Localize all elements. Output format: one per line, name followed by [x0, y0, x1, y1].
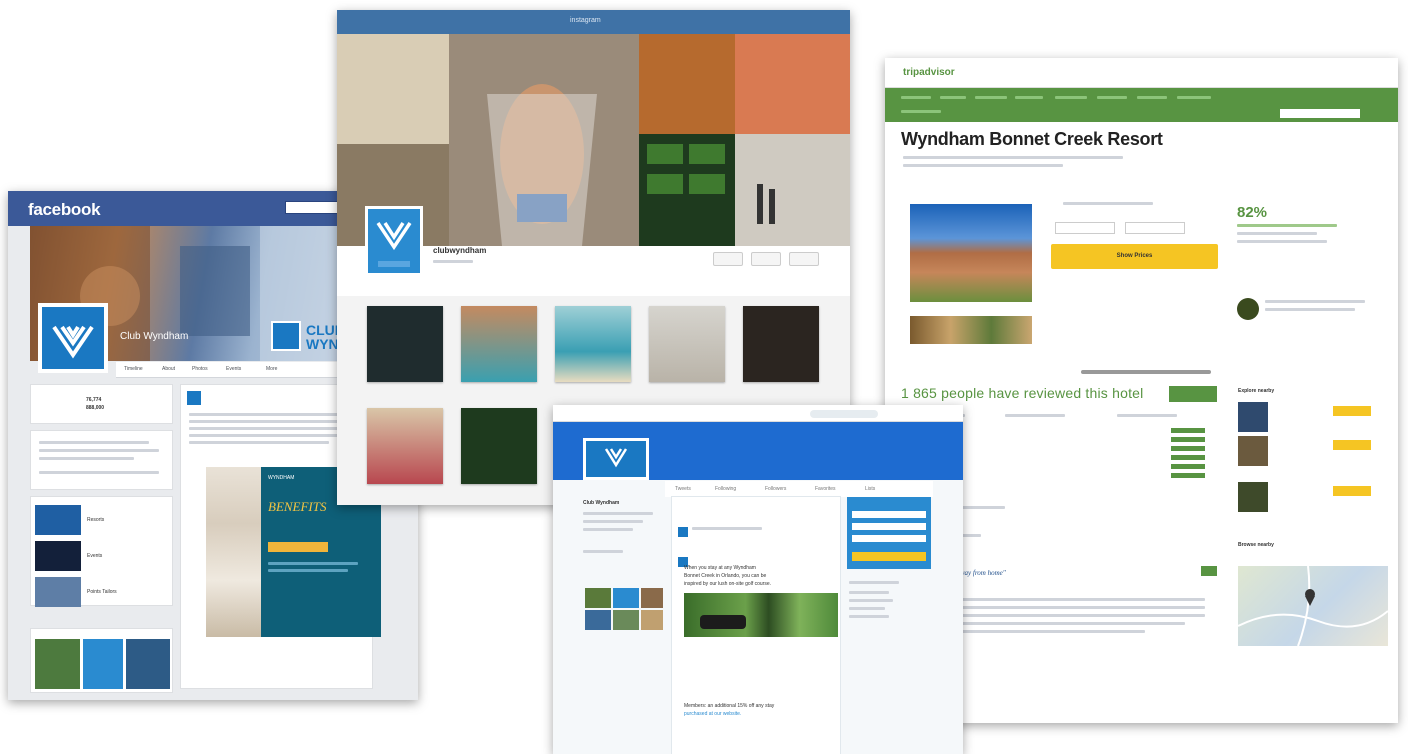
tweet-stream: When you stay at any Wyndham Bonnet Cree…: [671, 496, 841, 754]
facebook-logo: facebook: [28, 200, 101, 219]
widget-signup-button[interactable]: [852, 552, 926, 561]
album-label[interactable]: Points Tailors: [87, 589, 117, 596]
widget-email-field[interactable]: [852, 523, 926, 530]
tab-photos[interactable]: Photos: [192, 366, 208, 372]
go-button[interactable]: [1201, 566, 1217, 576]
album-thumb[interactable]: [35, 505, 81, 535]
wyndham-logo-icon: [52, 325, 94, 359]
divider: [1081, 370, 1211, 374]
tab-events[interactable]: Events: [226, 366, 241, 372]
twitter-page-screenshot: Tweets Following Followers Favorites Lis…: [553, 405, 963, 754]
nearby-hotel-thumb[interactable]: [1238, 482, 1268, 512]
area-map[interactable]: [1237, 565, 1389, 647]
hotel-photo[interactable]: [910, 204, 1032, 302]
album-label[interactable]: Events: [87, 553, 102, 560]
album-label[interactable]: Resorts: [87, 517, 104, 524]
nav-favorites[interactable]: Favorites: [815, 486, 836, 493]
wyndham-logo-icon: [376, 222, 412, 251]
signup-widget: [847, 497, 931, 569]
view-deal-button[interactable]: [1333, 406, 1371, 416]
facebook-page-name: Club Wyndham: [120, 331, 189, 342]
tweet-photo[interactable]: [684, 593, 838, 637]
twitter-profile-nav: Tweets Following Followers Favorites Lis…: [665, 481, 933, 497]
instagram-avatar[interactable]: [365, 206, 423, 276]
map-pin-icon: [1237, 565, 1389, 647]
tweet-text: inspired by our lush on-site golf course…: [684, 581, 771, 587]
nav-following[interactable]: Following: [715, 486, 736, 493]
photo-thumbnail[interactable]: [649, 306, 725, 382]
photo-thumbnail[interactable]: [367, 306, 443, 382]
tripadvisor-search-input[interactable]: [1280, 109, 1360, 118]
photo-thumbnail[interactable]: [743, 306, 819, 382]
facebook-profile-picture[interactable]: [38, 303, 108, 373]
about-box: [30, 430, 173, 490]
write-review-button[interactable]: [1169, 386, 1217, 402]
wyndham-logo-icon: [604, 448, 628, 468]
ad-headline: BENEFITS: [268, 499, 327, 514]
tweet-text: When you stay at any Wyndham: [684, 565, 756, 571]
collage-stage: facebook Club Wyndham CLUB WYN Timeline …: [0, 0, 1408, 754]
twitter-top-bar: [553, 405, 963, 422]
cover-brand-logo-icon: [271, 321, 301, 351]
reviewer-avatar: [1237, 298, 1259, 320]
apps-box: Resorts Events Points Tailors: [30, 496, 173, 607]
tripadvisor-nav: [885, 88, 1398, 122]
tweet-avatar: [678, 527, 688, 537]
checkin-input[interactable]: [1055, 222, 1115, 234]
facebook-search-input[interactable]: [285, 201, 343, 214]
tweet-link[interactable]: purchased at our website.: [684, 711, 741, 718]
twitter-avatar[interactable]: [583, 438, 649, 480]
twitter-account-name: Club Wyndham: [583, 500, 620, 506]
instagram-top-bar: instagram: [337, 10, 850, 34]
tweet-text: Members: an additional 15% off any stay: [684, 703, 775, 709]
photo-thumbnail[interactable]: [555, 306, 631, 382]
photo-thumbnail[interactable]: [367, 408, 443, 484]
follow-button[interactable]: [713, 252, 743, 266]
nav-lists[interactable]: Lists: [865, 486, 875, 493]
photos-box: [30, 628, 173, 693]
tweet-text: Bonnet Creek in Orlando, you can be: [684, 573, 767, 579]
likes-box: 76,774 888,000: [30, 384, 173, 424]
tripadvisor-header: tripadvisor: [885, 58, 1398, 88]
tab-about[interactable]: About: [162, 366, 175, 372]
ad-tagline: WYNDHAM: [268, 475, 295, 481]
tab-timeline[interactable]: Timeline: [124, 366, 143, 372]
likes-count: 76,774: [86, 397, 102, 403]
view-deal-button[interactable]: [1333, 440, 1371, 450]
checkout-input[interactable]: [1125, 222, 1185, 234]
view-deal-button[interactable]: [1333, 486, 1371, 496]
photo-thumbnail[interactable]: [461, 306, 537, 382]
hotel-name: Wyndham Bonnet Creek Resort: [901, 129, 1163, 149]
nav-tweets[interactable]: Tweets: [675, 486, 691, 493]
map-title: Browse nearby: [1238, 542, 1274, 548]
instagram-username: clubwyndham: [433, 246, 487, 255]
more-button[interactable]: [789, 252, 819, 266]
reviewed-count: 1 865 people have reviewed this hotel: [901, 385, 1144, 401]
facebook-left-column: 76,774 888,000 Resorts Events Points Tai…: [30, 384, 173, 693]
nearby-hotel-thumb[interactable]: [1238, 436, 1268, 466]
twitter-search-input[interactable]: [810, 410, 878, 418]
show-prices-button[interactable]: Show Prices: [1051, 244, 1218, 269]
nav-followers[interactable]: Followers: [765, 486, 786, 493]
tab-more[interactable]: More: [266, 366, 277, 372]
nearby-hotel-thumb[interactable]: [1238, 402, 1268, 432]
album-thumb[interactable]: [35, 541, 81, 571]
hotel-photo-strip[interactable]: [910, 316, 1032, 344]
tripadvisor-logo: tripadvisor: [903, 67, 955, 78]
twitter-sidebar: Club Wyndham: [583, 500, 663, 720]
instagram-title: instagram: [570, 17, 601, 24]
photo-thumbnail[interactable]: [461, 408, 537, 484]
explore-title: Explore nearby: [1238, 388, 1275, 394]
message-button[interactable]: [751, 252, 781, 266]
talking-count: 888,000: [86, 405, 105, 411]
widget-password-field[interactable]: [852, 535, 926, 542]
widget-name-field[interactable]: [852, 511, 926, 518]
review-score: 82%: [1237, 204, 1268, 221]
album-thumb[interactable]: [35, 577, 81, 607]
post-avatar: [187, 391, 201, 405]
